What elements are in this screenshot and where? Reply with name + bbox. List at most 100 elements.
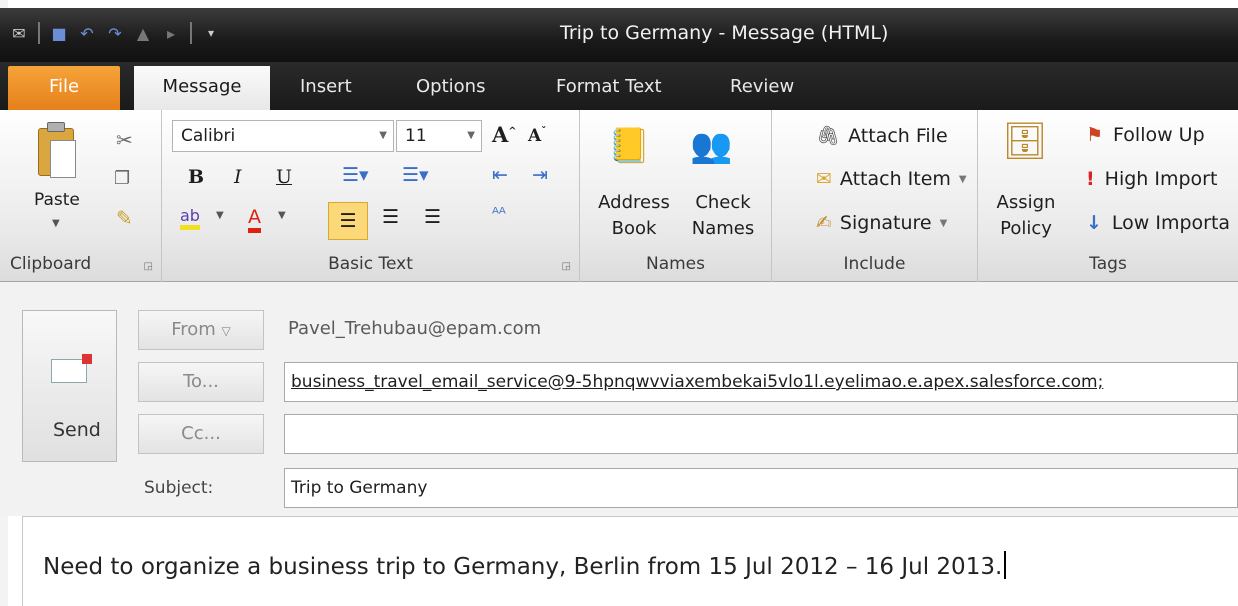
from-value: Pavel_Trehubau@epam.com <box>288 318 542 339</box>
basic-text-launcher-icon[interactable]: ◲ <box>562 261 571 272</box>
font-name-combo[interactable]: Calibri ▼ <box>172 120 394 152</box>
chevron-down-icon: ▼ <box>939 217 948 229</box>
attach-item-button[interactable]: ✉ Attach Item ▼ <box>816 168 967 190</box>
attach-item-label: Attach Item <box>839 168 951 190</box>
high-importance-button[interactable]: ! High Import <box>1086 168 1217 190</box>
ribbon: Paste ▼ ✂ ❐ ✎ Clipboard ◲ Calibri ▼ 11 ▼… <box>0 110 1238 282</box>
font-color-icon[interactable]: A <box>248 206 261 233</box>
tab-options[interactable]: Options <box>400 66 501 110</box>
highlight-icon[interactable]: ab <box>180 206 200 230</box>
cut-icon[interactable]: ✂ <box>116 128 133 152</box>
title-bar: ✉ ■ ↶ ↷ ▲ ▸ ▾ Trip to Germany - Message … <box>0 8 1238 62</box>
message-header: Send From ▽ Pavel_Trehubau@epam.com To..… <box>0 282 1238 516</box>
include-group-label: Include <box>843 254 906 274</box>
send-label: Send <box>53 419 101 441</box>
low-importance-label: Low Importa <box>1111 212 1231 234</box>
underline-button[interactable]: U <box>276 166 292 188</box>
down-arrow-icon: ↓ <box>1086 212 1102 234</box>
paste-button[interactable]: Paste <box>34 190 80 210</box>
tab-message[interactable]: Message <box>134 66 270 110</box>
tab-file[interactable]: File <box>8 66 120 110</box>
format-painter-icon[interactable]: ✎ <box>116 206 133 230</box>
chevron-down-icon: ▼ <box>958 173 967 185</box>
to-field[interactable]: business_travel_email_service@9-5hpnqwvv… <box>284 362 1238 402</box>
assign-policy-button[interactable]: Assign Policy <box>986 190 1066 242</box>
font-name-value: Calibri <box>181 126 236 146</box>
signature-label: Signature <box>839 212 932 234</box>
assign-policy-label-2: Policy <box>1000 218 1052 239</box>
styles-icon[interactable]: ᴬᴬ <box>492 204 506 223</box>
window-title: Trip to Germany - Message (HTML) <box>560 22 889 44</box>
attach-file-label: Attach File <box>848 124 948 147</box>
align-center-icon[interactable]: ☰ <box>382 206 399 228</box>
cc-field[interactable] <box>284 414 1238 454</box>
names-group: 📒 👥 Address Book Check Names Names <box>580 110 772 282</box>
check-names-icon[interactable]: 👥 <box>690 126 732 166</box>
attach-file-button[interactable]: 🖇 Attach File <box>816 124 948 148</box>
from-button-label: From <box>171 319 216 340</box>
to-recipient[interactable]: business_travel_email_service@9-5hpnqwvv… <box>291 372 1103 392</box>
body-text-line[interactable]: Need to organize a business trip to Germ… <box>43 551 1007 580</box>
paperclip-icon: 🖇 <box>816 125 841 147</box>
check-names-label-1: Check <box>695 192 751 213</box>
qat-separator <box>38 22 40 44</box>
up-arrow-icon[interactable]: ▲ <box>132 22 154 44</box>
paste-dropdown-icon[interactable]: ▼ <box>52 218 60 229</box>
tab-format-text[interactable]: Format Text <box>540 66 678 110</box>
bullets-icon[interactable]: ☰▾ <box>342 164 369 186</box>
message-body[interactable]: Need to organize a business trip to Germ… <box>22 516 1238 606</box>
copy-icon[interactable]: ❐ <box>114 168 130 189</box>
right-arrow-icon[interactable]: ▸ <box>160 22 182 44</box>
send-icon <box>51 354 92 383</box>
low-importance-button[interactable]: ↓ Low Importa <box>1086 212 1230 234</box>
chevron-down-icon[interactable]: ▼ <box>278 210 286 221</box>
body-text: Need to organize a business trip to Germ… <box>43 554 1003 580</box>
clipboard-group-label: Clipboard <box>10 254 92 274</box>
align-left-icon[interactable]: ☰ <box>328 202 368 240</box>
chevron-down-icon[interactable]: ▼ <box>216 210 224 221</box>
assign-policy-icon[interactable]: 🗄 <box>1002 120 1048 162</box>
font-size-value: 11 <box>405 126 427 146</box>
subject-label: Subject: <box>144 478 214 498</box>
address-book-icon[interactable]: 📒 <box>608 126 650 166</box>
exclamation-icon: ! <box>1086 168 1095 190</box>
italic-button[interactable]: I <box>234 166 242 188</box>
shrink-font-icon[interactable]: Aˇ <box>528 126 546 146</box>
send-button[interactable]: Send <box>22 310 117 462</box>
numbering-icon[interactable]: ☰▾ <box>402 164 429 186</box>
customize-qat-icon[interactable]: ▾ <box>200 22 222 44</box>
decrease-indent-icon[interactable]: ⇤ <box>492 164 508 186</box>
tab-insert[interactable]: Insert <box>284 66 368 110</box>
clipboard-launcher-icon[interactable]: ◲ <box>144 261 153 272</box>
redo-icon[interactable]: ↷ <box>104 22 126 44</box>
signature-icon: ✍ <box>816 212 832 234</box>
qat-separator-2 <box>190 22 192 44</box>
bold-button[interactable]: B <box>188 166 204 188</box>
subject-field[interactable]: Trip to Germany <box>284 468 1238 508</box>
outlook-icon[interactable]: ✉ <box>8 22 30 44</box>
paste-icon[interactable] <box>38 122 78 182</box>
text-cursor <box>1004 551 1007 579</box>
from-button[interactable]: From ▽ <box>138 310 264 350</box>
high-importance-label: High Import <box>1104 168 1218 190</box>
follow-up-label: Follow Up <box>1113 124 1205 146</box>
follow-up-button[interactable]: ⚑ Follow Up <box>1086 124 1205 146</box>
tab-review[interactable]: Review <box>714 66 810 110</box>
chevron-down-icon: ▼ <box>467 130 475 141</box>
quick-access-toolbar: ✉ ■ ↶ ↷ ▲ ▸ ▾ <box>8 22 222 44</box>
check-names-button[interactable]: Check Names <box>680 190 766 242</box>
save-icon[interactable]: ■ <box>48 22 70 44</box>
names-group-label: Names <box>645 254 705 274</box>
increase-indent-icon[interactable]: ⇥ <box>532 164 548 186</box>
font-size-combo[interactable]: 11 ▼ <box>396 120 482 152</box>
cc-button[interactable]: Cc... <box>138 414 264 454</box>
chevron-down-icon: ▼ <box>379 130 387 141</box>
chevron-down-icon: ▽ <box>221 324 231 338</box>
grow-font-icon[interactable]: A^ <box>492 122 517 147</box>
address-book-button[interactable]: Address Book <box>588 190 680 242</box>
align-right-icon[interactable]: ☰ <box>424 206 441 228</box>
undo-icon[interactable]: ↶ <box>76 22 98 44</box>
basic-text-group: Calibri ▼ 11 ▼ A^ Aˇ B I U ☰▾ ☰▾ ⇤ ⇥ ab … <box>162 110 580 282</box>
to-button[interactable]: To... <box>138 362 264 402</box>
signature-button[interactable]: ✍ Signature ▼ <box>816 212 947 234</box>
